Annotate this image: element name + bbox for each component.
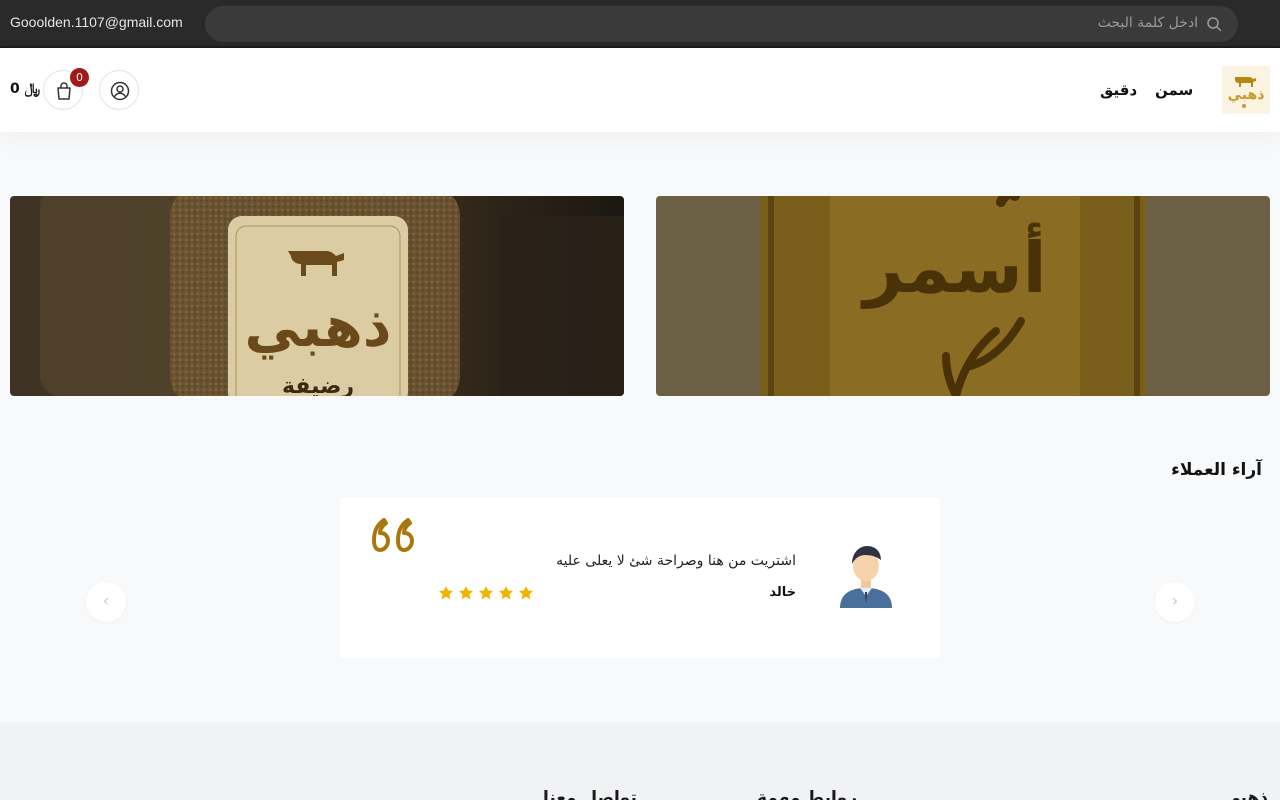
cart-total: 0 ﷼ <box>10 81 41 97</box>
contact-email[interactable]: Gooolden.1107@gmail.com <box>10 14 183 30</box>
footer-heading-contact: تواصل معنا <box>543 788 637 800</box>
search-bar[interactable]: ادخل كلمة البحث <box>205 6 1238 42</box>
star-icon <box>459 586 473 600</box>
testimonial-text: اشتريت من هنا وصراحة شئ لا يعلى عليه <box>556 553 796 569</box>
star-icon <box>519 586 533 600</box>
nav-link-ghee[interactable]: سمن <box>1155 81 1193 99</box>
banner-ghee[interactable]: ذهبي رضيفة <box>10 196 624 396</box>
banner-subtitle-text: رضيفة <box>282 374 354 396</box>
shopping-bag-icon <box>57 82 71 100</box>
footer-heading-brand: ذهبي <box>1223 788 1268 800</box>
cart-count-badge: 0 <box>70 68 89 87</box>
top-bar: Gooolden.1107@gmail.com ادخل كلمة البحث <box>0 0 1280 48</box>
rating-stars <box>438 585 534 601</box>
nav-link-flour[interactable]: دقيق <box>1100 81 1137 99</box>
footer-heading-links: روابط مهمة <box>757 788 858 800</box>
avatar <box>840 546 892 608</box>
carousel-next-button[interactable]: › <box>1155 582 1195 622</box>
account-button[interactable] <box>99 70 139 110</box>
site-header: ذهبي سمن دقيق 0 0 ﷼ <box>0 48 1280 132</box>
star-icon <box>499 586 513 600</box>
banner-brand-text: ذهبي <box>244 295 391 360</box>
banner-flour[interactable]: أسمر <box>656 196 1270 396</box>
site-footer: ذهبي روابط مهمة تواصل معنا <box>0 722 1280 800</box>
testimonial-card: اشتريت من هنا وصراحة شئ لا يعلى عليه خال… <box>340 498 940 658</box>
svg-text:ذهبي: ذهبي <box>1228 87 1265 103</box>
testimonials-title: آراء العملاء <box>1171 460 1262 480</box>
testimonial-author: خالد <box>769 585 796 600</box>
quote-icon <box>372 518 414 552</box>
chevron-right-icon: › <box>1171 591 1179 610</box>
search-placeholder: ادخل كلمة البحث <box>1097 15 1198 31</box>
chevron-left-icon: ‹ <box>102 591 110 610</box>
star-icon <box>479 586 493 600</box>
star-icon <box>439 586 453 600</box>
site-logo[interactable]: ذهبي <box>1222 66 1270 114</box>
logo-image: ذهبي <box>1228 77 1265 108</box>
banner-ghee-image: ذهبي رضيفة <box>10 196 624 396</box>
banner-title-text: أسمر <box>860 222 1046 309</box>
banner-flour-image: أسمر <box>656 196 1270 396</box>
user-icon <box>110 81 130 101</box>
search-icon[interactable] <box>1206 16 1222 32</box>
carousel-prev-button[interactable]: ‹ <box>86 582 126 622</box>
